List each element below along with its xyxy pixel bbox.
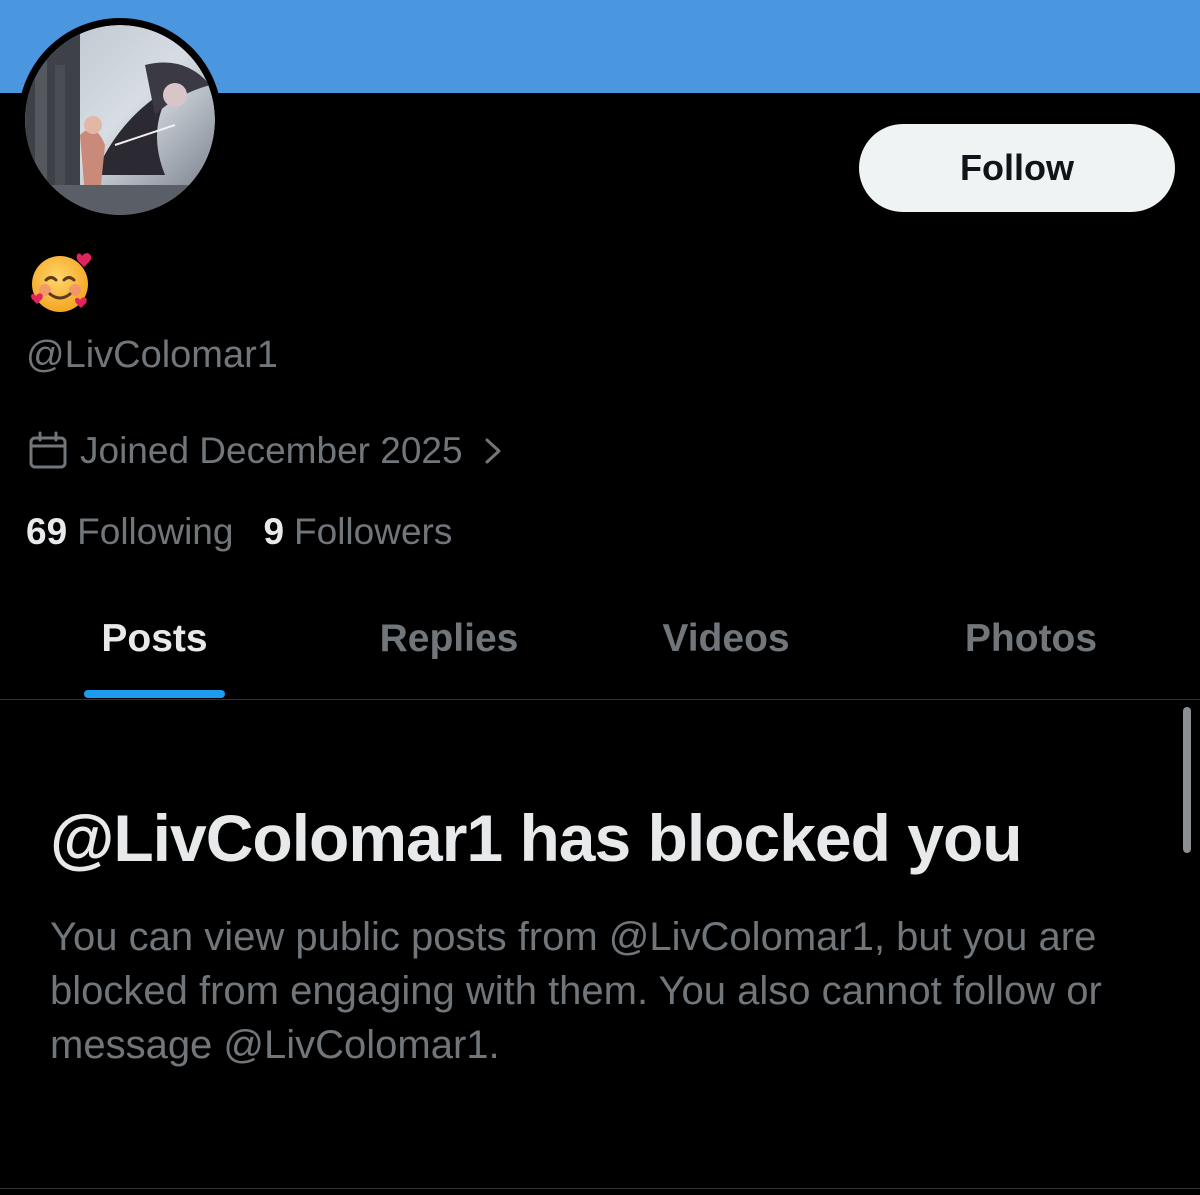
blocked-message: You can view public posts from @LivColom… [50,915,1102,1067]
display-name [28,250,96,314]
followers-count: 9 [263,511,285,552]
following-count: 69 [26,511,68,552]
followers-link[interactable]: 9 Followers [263,508,452,556]
profile-handle: @LivColomar1 [26,334,278,376]
follow-stats: 69 Following 9 Followers [26,508,482,556]
joined-label: Joined December 2025 [80,430,463,471]
divider [0,1188,1200,1189]
tab-videos[interactable]: Videos [640,594,812,700]
calendar-icon [29,431,67,469]
tab-replies[interactable]: Replies [360,594,538,700]
following-label: Following [77,511,234,552]
avatar[interactable] [18,18,222,222]
tab-photos[interactable]: Photos [945,594,1117,700]
profile-tabs: Posts Replies Videos Photos [0,594,1200,700]
tab-posts[interactable]: Posts [84,594,225,700]
chevron-right-icon [485,438,501,464]
tab-label: Replies [379,617,519,660]
joined-date[interactable]: Joined December 2025 [28,426,505,476]
following-link[interactable]: 69 Following [26,508,233,556]
tab-label: Videos [662,617,790,660]
tab-label: Photos [964,617,1098,660]
blocked-title: @LivColomar1 has blocked you [50,801,1023,875]
follow-button[interactable]: Follow [859,124,1175,212]
tab-label: Posts [101,617,208,660]
avatar-image [25,25,215,215]
active-tab-indicator [84,690,225,698]
smiling-face-with-hearts-icon [31,253,92,312]
scrollbar[interactable] [1183,707,1191,853]
followers-label: Followers [294,511,453,552]
